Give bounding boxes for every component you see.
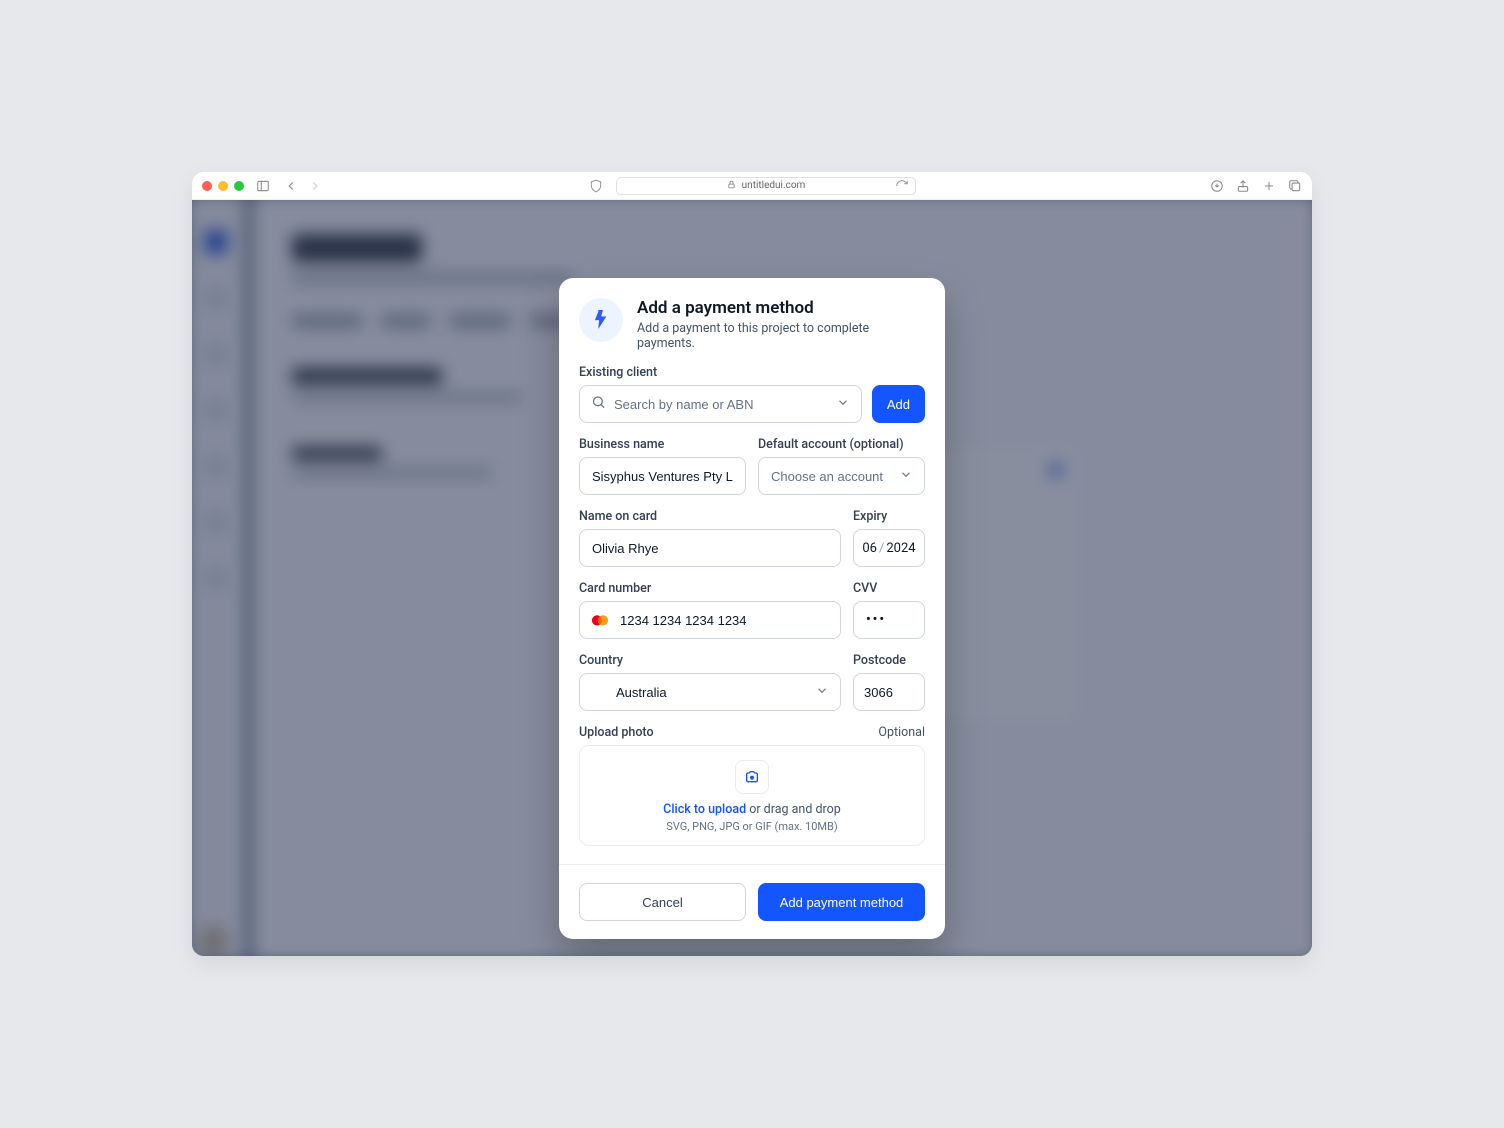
- country-label: Country: [579, 653, 841, 668]
- expiry-input[interactable]: 06 / 2024: [853, 529, 925, 567]
- cancel-button[interactable]: Cancel: [579, 883, 746, 921]
- expiry-label: Expiry: [853, 509, 925, 524]
- reload-icon[interactable]: [895, 179, 909, 193]
- optional-label: Optional: [878, 725, 925, 740]
- add-payment-method-modal: Add a payment method Add a payment to th…: [559, 278, 945, 939]
- new-tab-icon[interactable]: [1262, 179, 1276, 193]
- privacy-shield-icon[interactable]: [589, 179, 603, 193]
- drag-drop-text: or drag and drop: [746, 802, 841, 817]
- business-name-input[interactable]: [579, 457, 746, 495]
- upload-area[interactable]: Click to upload or drag and drop SVG, PN…: [579, 745, 925, 846]
- add-client-button[interactable]: Add: [872, 385, 925, 423]
- expiry-year: 2024: [886, 541, 915, 556]
- browser-chrome: untitledui.com: [192, 172, 1312, 200]
- chevron-down-icon[interactable]: [815, 683, 829, 702]
- url-bar[interactable]: untitledui.com: [616, 177, 916, 195]
- expiry-separator: /: [879, 541, 884, 556]
- name-on-card-label: Name on card: [579, 509, 841, 524]
- viewport: Add a payment method Add a payment to th…: [192, 200, 1312, 956]
- modal-subtitle: Add a payment to this project to complet…: [637, 321, 925, 351]
- upload-hint-text: SVG, PNG, JPG or GIF (max. 10MB): [666, 820, 837, 833]
- existing-client-search-input[interactable]: [579, 385, 862, 423]
- postcode-input[interactable]: [853, 673, 925, 711]
- expiry-month: 06: [862, 541, 877, 556]
- window-controls: [202, 181, 244, 191]
- modal-footer: Cancel Add payment method: [559, 864, 945, 939]
- sidebar-toggle-icon[interactable]: [256, 179, 270, 193]
- cvv-label: CVV: [853, 581, 925, 596]
- existing-client-label: Existing client: [579, 365, 925, 380]
- chevron-down-icon[interactable]: [899, 467, 913, 486]
- name-on-card-input[interactable]: [579, 529, 841, 567]
- postcode-label: Postcode: [853, 653, 925, 668]
- nav-back-icon[interactable]: [284, 179, 298, 193]
- minimize-window-button[interactable]: [218, 181, 228, 191]
- cvv-input[interactable]: •••: [853, 601, 925, 639]
- camera-icon: [735, 760, 769, 794]
- tabs-icon[interactable]: [1288, 179, 1302, 193]
- url-text: untitledui.com: [742, 180, 806, 191]
- share-icon[interactable]: [1236, 179, 1250, 193]
- mastercard-icon: [589, 613, 611, 627]
- chevron-down-icon[interactable]: [836, 395, 850, 414]
- browser-window: untitledui.com: [192, 172, 1312, 956]
- business-name-label: Business name: [579, 437, 746, 452]
- upload-photo-label: Upload photo: [579, 725, 654, 740]
- card-number-input[interactable]: [579, 601, 841, 639]
- add-payment-method-button[interactable]: Add payment method: [758, 883, 925, 921]
- modal-header-icon: [579, 298, 623, 342]
- country-select[interactable]: [579, 673, 841, 711]
- close-window-button[interactable]: [202, 181, 212, 191]
- maximize-window-button[interactable]: [234, 181, 244, 191]
- default-account-label: Default account (optional): [758, 437, 925, 452]
- download-icon[interactable]: [1210, 179, 1224, 193]
- modal-title: Add a payment method: [637, 298, 925, 318]
- lock-icon: [727, 180, 736, 192]
- card-number-label: Card number: [579, 581, 841, 596]
- search-icon: [591, 395, 606, 414]
- click-to-upload-link[interactable]: Click to upload: [663, 802, 746, 817]
- nav-forward-icon[interactable]: [308, 179, 322, 193]
